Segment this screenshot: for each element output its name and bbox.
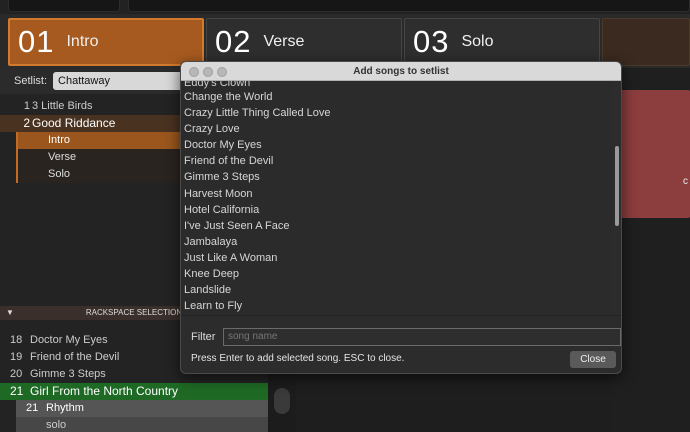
part-button-verse[interactable]: 02 Verse — [206, 18, 402, 66]
song-number: 1 — [23, 100, 30, 112]
filter-input[interactable]: song name — [223, 328, 621, 346]
divider — [181, 315, 621, 316]
song-name: 3 Little Birds — [32, 100, 93, 112]
part-number: 03 — [413, 24, 450, 59]
list-scrollbar[interactable] — [615, 146, 619, 226]
song-picker-list[interactable]: Eddy's Clown Change the World Crazy Litt… — [181, 81, 611, 315]
variation-number: 21 — [26, 402, 39, 414]
variation-name: Rhythm — [46, 402, 84, 414]
list-item[interactable]: Gimme 3 Steps — [184, 169, 331, 185]
rackspace-header-label: RACKSPACE SELECTION — [85, 308, 183, 317]
variation-item-selected[interactable]: 21 Rhythm — [16, 400, 268, 417]
widget-panel[interactable]: c — [620, 90, 690, 218]
rackspace-name: Girl From the North Country — [30, 384, 179, 398]
top-slot[interactable] — [8, 0, 120, 12]
list-item[interactable]: Jambalaya — [184, 234, 331, 250]
panel-edge-glyph: c — [683, 176, 688, 187]
list-item[interactable]: Friend of the Devil — [184, 153, 331, 169]
list-item[interactable]: Doctor My Eyes — [184, 137, 331, 153]
top-slot[interactable] — [128, 0, 690, 12]
dialog-hint: Press Enter to add selected song. ESC to… — [191, 353, 405, 364]
part-bar: 01 Intro 02 Verse 03 Solo — [0, 14, 690, 68]
song-name: Good Riddance — [32, 116, 116, 130]
part-button-solo[interactable]: 03 Solo — [404, 18, 600, 66]
filter-row: Filter song name — [191, 328, 621, 346]
rackspace-number: 19 — [10, 351, 23, 363]
filter-label: Filter — [191, 331, 216, 343]
part-name: Intro — [66, 33, 99, 50]
collapse-triangle-icon[interactable]: ▼ — [6, 306, 14, 320]
list-item[interactable]: Eddy's Clown — [184, 81, 250, 89]
scroll-knob[interactable] — [274, 388, 290, 414]
list-item[interactable]: Landslide — [184, 282, 331, 298]
rackspace-number: 21 — [10, 384, 24, 398]
variation-item[interactable]: solo — [16, 417, 268, 432]
top-strip — [0, 0, 690, 14]
add-songs-dialog: Add songs to setlist Eddy's Clown Change… — [180, 61, 622, 374]
rackspace-number: 20 — [10, 368, 23, 380]
rackspace-name: Gimme 3 Steps — [30, 368, 106, 380]
part-button-intro[interactable]: 01 Intro — [8, 18, 204, 66]
variation-name: solo — [46, 419, 67, 431]
rackspace-name: Friend of the Devil — [30, 351, 120, 363]
list-item[interactable]: Hotel California — [184, 202, 331, 218]
dialog-titlebar: Add songs to setlist — [181, 62, 621, 81]
part-name: Solo — [461, 33, 494, 50]
part-number: 02 — [215, 24, 252, 59]
rackspace-number: 18 — [10, 334, 23, 346]
list-item[interactable]: I've Just Seen A Face — [184, 218, 331, 234]
part-button-empty[interactable] — [602, 18, 690, 66]
list-item[interactable]: Just Like A Woman — [184, 250, 331, 266]
list-item[interactable]: Harvest Moon — [184, 186, 331, 202]
list-item[interactable]: Change the World — [184, 89, 331, 105]
close-button[interactable]: Close — [570, 351, 616, 368]
rackspace-item-selected[interactable]: 21 Girl From the North Country — [0, 383, 268, 400]
rackspace-name: Doctor My Eyes — [30, 334, 108, 346]
part-number: 01 — [18, 24, 55, 59]
dialog-title: Add songs to setlist — [353, 66, 449, 77]
list-item[interactable]: Learn to Fly — [184, 298, 331, 314]
list-item[interactable]: Knee Deep — [184, 266, 331, 282]
part-name: Verse — [263, 33, 305, 50]
list-item[interactable]: Crazy Love — [184, 121, 331, 137]
list-item[interactable]: Crazy Little Thing Called Love — [184, 105, 331, 121]
song-number: 2 — [23, 116, 30, 130]
setlist-label: Setlist: — [14, 75, 48, 87]
